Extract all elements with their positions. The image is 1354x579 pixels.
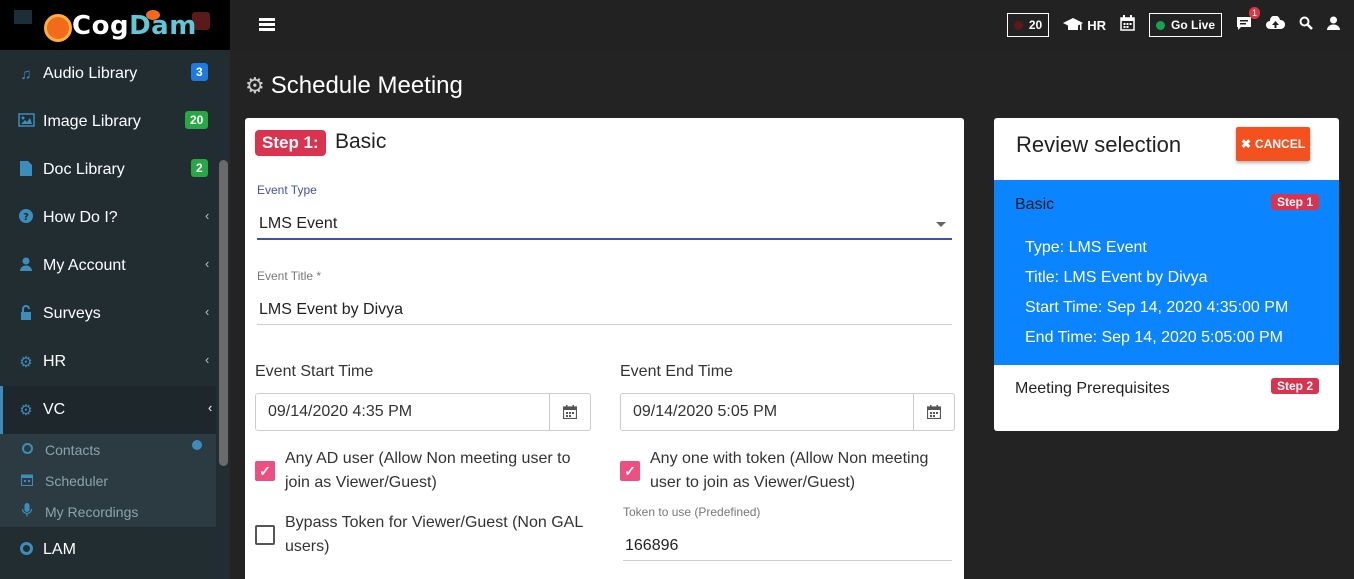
sidebar-item-lam[interactable]: LAM xyxy=(0,527,230,573)
sidebar-item-image-library[interactable]: Image Library 20 xyxy=(0,98,230,146)
sidebar-item-surveys[interactable]: Surveys ‹ xyxy=(0,290,230,338)
sidebar-item-doc-library[interactable]: Doc Library 2 xyxy=(0,146,230,194)
top-navbar: CogDam 20 HR Go Live 1 xyxy=(0,0,1354,50)
cloud-upload-icon[interactable] xyxy=(1266,15,1286,34)
end-time-input-group: 09/14/2020 5:05 PM xyxy=(620,393,955,431)
review-type: Type: LMS Event xyxy=(1025,239,1147,256)
start-time-label: Event Start Time xyxy=(255,363,374,380)
sidebar-item-hr[interactable]: ⚙ HR ‹ xyxy=(0,338,230,386)
sidebar-item-how-do-i[interactable]: ? How Do I? ‹ xyxy=(0,194,230,242)
microphone-icon xyxy=(19,503,35,520)
sidebar-item-audio-library[interactable]: ♫ Audio Library 3 xyxy=(0,50,230,98)
review-start-time: Start Time: Sep 14, 2020 4:35:00 PM xyxy=(1025,299,1289,316)
circle-icon xyxy=(17,541,35,559)
step-badge: Step 1: xyxy=(255,130,326,156)
chevron-down-icon xyxy=(936,222,946,227)
section-title[interactable]: Meeting Prerequisites xyxy=(1015,380,1170,398)
search-icon[interactable] xyxy=(1299,16,1313,34)
counter-value: 20 xyxy=(1028,18,1043,32)
calendar-icon xyxy=(19,473,35,489)
logo-text: CogDam xyxy=(72,11,197,41)
question-circle-icon: ? xyxy=(17,209,35,227)
music-icon: ♫ xyxy=(20,65,32,83)
circle-icon xyxy=(19,442,35,457)
review-section-basic[interactable]: Basic Step 1 Type: LMS Event Title: LMS … xyxy=(994,180,1339,365)
any-ad-user-checkbox[interactable]: ✓ xyxy=(255,461,275,481)
hr-label: HR xyxy=(1087,17,1106,33)
sidebar: ♫ Audio Library 3 Image Library 20 Doc L… xyxy=(0,50,230,579)
user-icon[interactable] xyxy=(1327,16,1340,34)
start-time-input-group: 09/14/2020 4:35 PM xyxy=(255,393,591,431)
review-title-value: Title: LMS Event by Divya xyxy=(1025,269,1208,286)
review-title: Review selection xyxy=(1016,132,1182,157)
event-title-input[interactable]: LMS Event by Divya xyxy=(257,296,952,325)
logo-mark-icon xyxy=(44,14,72,42)
vc-submenu: Contacts Scheduler My Recordings xyxy=(0,434,230,527)
step-badge: Step 2 xyxy=(1271,378,1320,394)
cogs-icon: ⚙ xyxy=(19,354,33,371)
logo-shadow-icon xyxy=(14,10,32,24)
close-icon: ✖ xyxy=(1240,137,1252,151)
event-title-label: Event Title * xyxy=(257,269,322,283)
counter-dot-icon xyxy=(1013,20,1023,30)
step1-form-card: Step 1: Basic Event Type LMS Event Event… xyxy=(245,118,964,579)
count-badge: 20 xyxy=(185,111,209,129)
page-title: ⚙ Schedule Meeting xyxy=(245,72,463,99)
start-calendar-button[interactable] xyxy=(549,394,590,430)
bypass-token-label: Bypass Token for Viewer/Guest (Non GAL u… xyxy=(285,514,584,555)
count-badge: 3 xyxy=(191,63,208,81)
review-selection-panel: Review selection ✖ CANCEL Basic Step 1 T… xyxy=(994,118,1339,431)
any-ad-user-label: Any AD user (Allow Non meeting user to j… xyxy=(285,450,571,491)
submenu-item-my-recordings[interactable]: My Recordings xyxy=(0,496,230,527)
user-icon xyxy=(17,257,35,275)
any-token-label: Any one with token (Allow Non meeting us… xyxy=(650,450,929,491)
section-title: Basic xyxy=(1015,196,1055,213)
chevron-down-icon: ‹ xyxy=(208,400,213,415)
go-live-label: Go Live xyxy=(1170,18,1215,32)
status-dot xyxy=(192,440,202,450)
chevron-left-icon: ‹ xyxy=(205,208,210,223)
start-time-input[interactable]: 09/14/2020 4:35 PM xyxy=(256,394,549,430)
notification-badge: 1 xyxy=(1248,6,1260,19)
graduation-cap-icon xyxy=(1063,18,1084,30)
image-icon xyxy=(17,113,35,131)
event-type-select[interactable]: LMS Event xyxy=(257,210,952,240)
review-end-time: End Time: Sep 14, 2020 5:05:00 PM xyxy=(1025,329,1283,346)
calendar-icon[interactable] xyxy=(1120,15,1135,35)
live-dot-icon xyxy=(1155,20,1165,30)
chevron-left-icon: ‹ xyxy=(205,304,210,319)
svg-text:?: ? xyxy=(23,212,29,223)
recording-counter[interactable]: 20 xyxy=(1006,13,1050,37)
logo[interactable]: CogDam xyxy=(0,0,230,50)
event-type-label: Event Type xyxy=(257,183,317,197)
sidebar-scrollbar-thumb[interactable] xyxy=(219,160,228,466)
end-time-label: Event End Time xyxy=(620,363,733,380)
calendar-icon xyxy=(563,405,577,419)
menu-icon[interactable] xyxy=(259,18,275,32)
cogs-icon: ⚙ xyxy=(19,402,33,419)
unlock-icon xyxy=(17,304,35,324)
step-badge: Step 1 xyxy=(1271,194,1320,210)
comment-icon[interactable]: 1 xyxy=(1236,6,1260,35)
bypass-token-checkbox[interactable] xyxy=(255,525,275,545)
token-label: Token to use (Predefined) xyxy=(623,505,761,519)
any-token-checkbox[interactable]: ✓ xyxy=(620,461,640,481)
hr-menu[interactable]: HR xyxy=(1063,18,1106,33)
count-badge: 2 xyxy=(191,159,208,177)
submenu-item-scheduler[interactable]: Scheduler xyxy=(0,465,230,496)
go-live-button[interactable]: Go Live xyxy=(1148,13,1222,37)
chevron-left-icon: ‹ xyxy=(205,256,210,271)
file-icon xyxy=(17,160,35,180)
end-time-input[interactable]: 09/14/2020 5:05 PM xyxy=(621,394,913,430)
end-calendar-button[interactable] xyxy=(913,394,954,430)
sidebar-item-vc[interactable]: ⚙ VC ‹ xyxy=(0,386,230,434)
token-input[interactable]: 166896 xyxy=(623,532,952,561)
sidebar-item-my-account[interactable]: My Account ‹ xyxy=(0,242,230,290)
cancel-button[interactable]: ✖ CANCEL xyxy=(1236,127,1310,161)
chevron-left-icon: ‹ xyxy=(205,352,210,367)
submenu-item-contacts[interactable]: Contacts xyxy=(0,434,230,465)
gear-icon: ⚙ xyxy=(245,73,265,98)
step-title: Basic xyxy=(335,130,387,153)
calendar-icon xyxy=(927,405,941,419)
